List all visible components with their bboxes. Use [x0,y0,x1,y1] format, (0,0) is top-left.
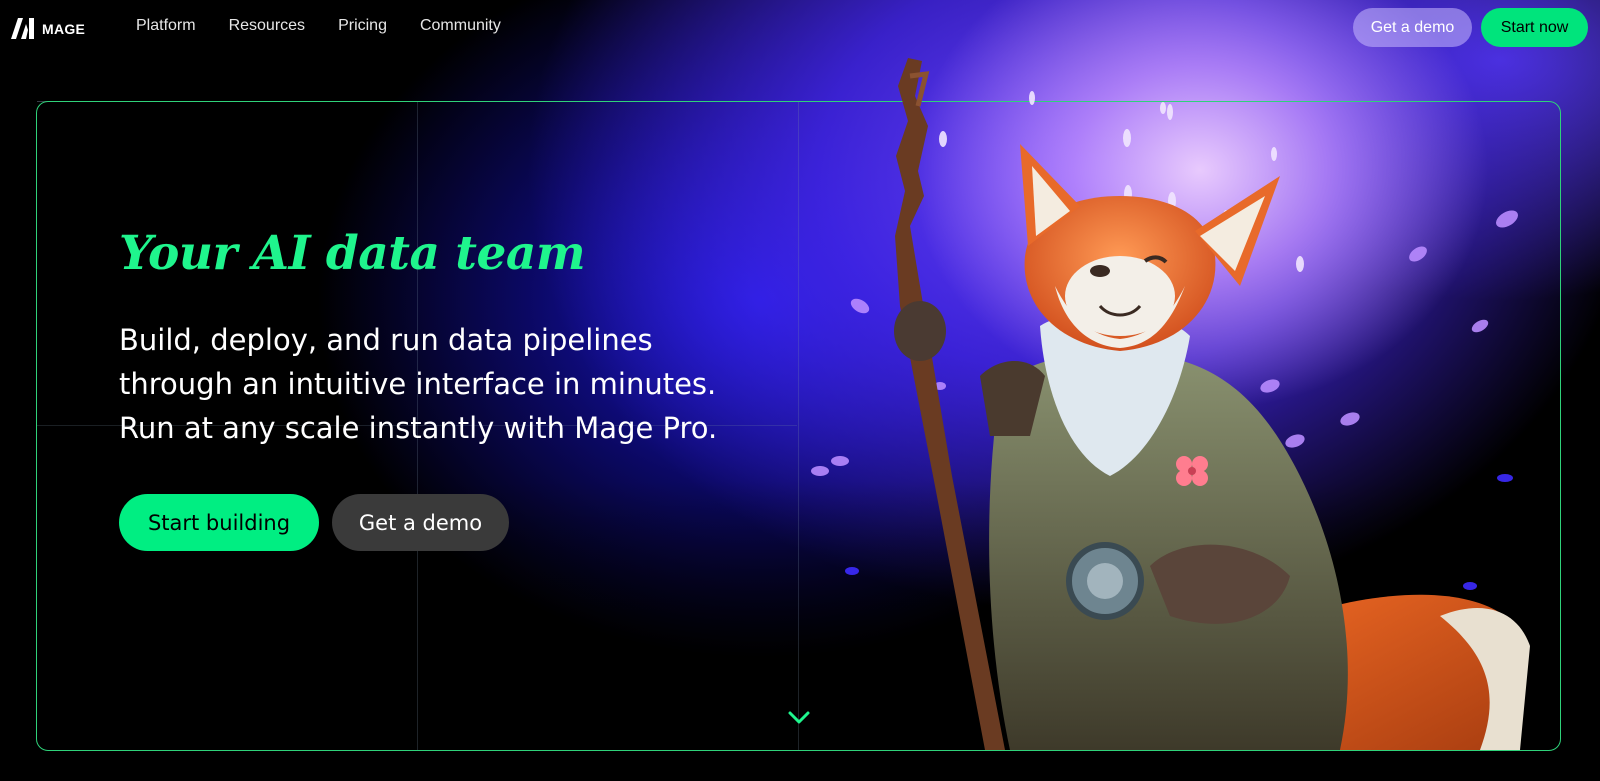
chevron-down-icon[interactable] [787,710,811,726]
page: MAGE Platform Resources Pricing Communit… [0,0,1600,781]
header-get-demo-button[interactable]: Get a demo [1353,8,1472,47]
mage-logo-icon [11,18,34,39]
nav-item-resources[interactable]: Resources [229,17,305,35]
main-nav: Platform Resources Pricing Community [136,17,501,35]
start-building-button[interactable]: Start building [119,494,319,551]
header-start-now-button[interactable]: Start now [1481,8,1588,47]
nav-item-platform[interactable]: Platform [136,17,196,35]
get-demo-button[interactable]: Get a demo [332,494,509,551]
site-header: MAGE Platform Resources Pricing Communit… [0,0,1600,56]
fox-wizard-illustration [811,58,1530,750]
nav-item-pricing[interactable]: Pricing [338,17,387,35]
logo-text: MAGE [42,20,86,37]
hero-title: Your AI data team [119,226,586,281]
logo[interactable]: MAGE [11,18,85,39]
nav-item-community[interactable]: Community [420,17,501,35]
hero-subtitle: Build, deploy, and run data pipelines th… [119,323,718,445]
